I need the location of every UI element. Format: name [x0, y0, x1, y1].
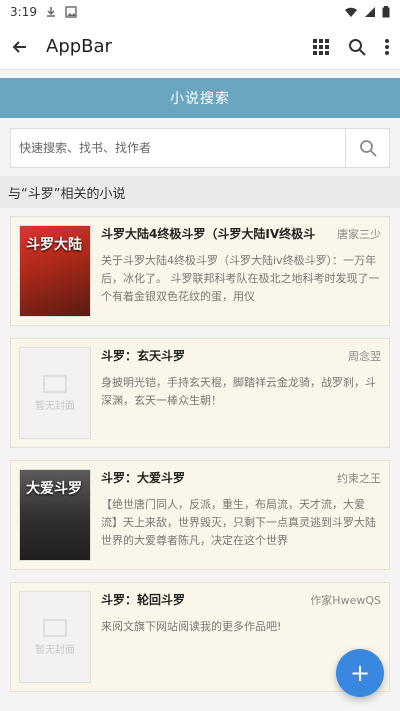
book-card[interactable]: 大爱斗罗 斗罗：大爱斗罗 约束之王 【绝世唐门同人，反派，重生，布局流，天才流，…: [10, 460, 390, 570]
book-title: 斗罗：玄天斗罗: [101, 349, 186, 363]
search-button[interactable]: [345, 129, 389, 167]
book-cover: 斗罗大陆: [19, 225, 91, 317]
search-icon[interactable]: [348, 38, 366, 56]
plus-icon: +: [349, 659, 371, 687]
search-bar: [10, 128, 390, 168]
book-description: 身披明光铠，手持玄天棍，脚踏祥云金龙骑，战罗刹，斗深渊，玄天一棒众生朝！: [101, 376, 376, 407]
book-cover-placeholder: 暂无封面: [19, 591, 91, 683]
cover-placeholder-text: 暂无封面: [35, 644, 75, 656]
search-icon: [359, 139, 377, 157]
image-icon: [65, 6, 77, 18]
book-description: 【绝世唐门同人，反派，重生，布局流，天才流，大爱流】天上来敌，世界毁灭，只剩下一…: [101, 498, 376, 547]
image-placeholder-icon: [43, 618, 67, 637]
banner-label: 小说搜索: [170, 91, 230, 107]
book-title: 斗罗大陆4终极斗罗（斗罗大陆IV终极斗: [101, 227, 316, 241]
book-list: 斗罗大陆 斗罗大陆4终极斗罗（斗罗大陆IV终极斗 唐家三少 关于斗罗大陆4终极斗…: [0, 208, 400, 692]
more-vert-icon[interactable]: [384, 38, 390, 56]
status-time: 3:19: [10, 5, 37, 19]
image-placeholder-icon: [43, 374, 67, 393]
status-bar: 3:19: [0, 0, 400, 24]
book-cover: 大爱斗罗: [19, 469, 91, 561]
book-author: 唐家三少: [337, 227, 381, 241]
battery-icon: [382, 6, 390, 18]
back-arrow-icon[interactable]: [10, 37, 30, 57]
book-card[interactable]: 斗罗大陆 斗罗大陆4终极斗罗（斗罗大陆IV终极斗 唐家三少 关于斗罗大陆4终极斗…: [10, 216, 390, 326]
book-title: 斗罗：轮回斗罗: [101, 593, 186, 607]
cover-title: 斗罗大陆: [26, 237, 82, 253]
search-input[interactable]: [11, 129, 345, 167]
results-title-text: 与“斗罗”相关的小说: [8, 186, 126, 202]
signal-icon: [364, 6, 376, 18]
book-card[interactable]: 暂无封面 斗罗：玄天斗罗 周念翌 身披明光铠，手持玄天棍，脚踏祥云金龙骑，战罗刹…: [10, 338, 390, 448]
book-description: 关于斗罗大陆4终极斗罗（斗罗大陆iv终极斗罗）：一万年后，冰化了。 斗罗联邦科考…: [101, 254, 380, 303]
screen: 3:19 AppBar 小说搜索 快速搜索、找书、找作者 与“斗罗”相关的小说 …: [0, 0, 400, 711]
book-card[interactable]: 暂无封面 斗罗：轮回斗罗 作家HwewQS 来阅文旗下网站阅读我的更多作品吧!: [10, 582, 390, 692]
book-description: 来阅文旗下网站阅读我的更多作品吧!: [101, 620, 282, 633]
results-section-title: 与“斗罗”相关的小说: [0, 176, 400, 208]
search-banner: 小说搜索: [0, 78, 400, 118]
book-cover-placeholder: 暂无封面: [19, 347, 91, 439]
app-bar-title: AppBar: [46, 36, 112, 57]
add-fab-button[interactable]: +: [336, 649, 384, 697]
grid-icon[interactable]: [312, 38, 330, 56]
download-icon: [45, 6, 57, 18]
book-author: 作家HwewQS: [310, 593, 381, 607]
book-author: 约束之王: [337, 471, 381, 485]
cover-placeholder-text: 暂无封面: [35, 400, 75, 412]
wifi-icon: [344, 6, 358, 18]
book-author: 周念翌: [348, 349, 381, 363]
book-title: 斗罗：大爱斗罗: [101, 471, 186, 485]
cover-title: 大爱斗罗: [26, 481, 82, 497]
app-bar: AppBar: [0, 24, 400, 70]
